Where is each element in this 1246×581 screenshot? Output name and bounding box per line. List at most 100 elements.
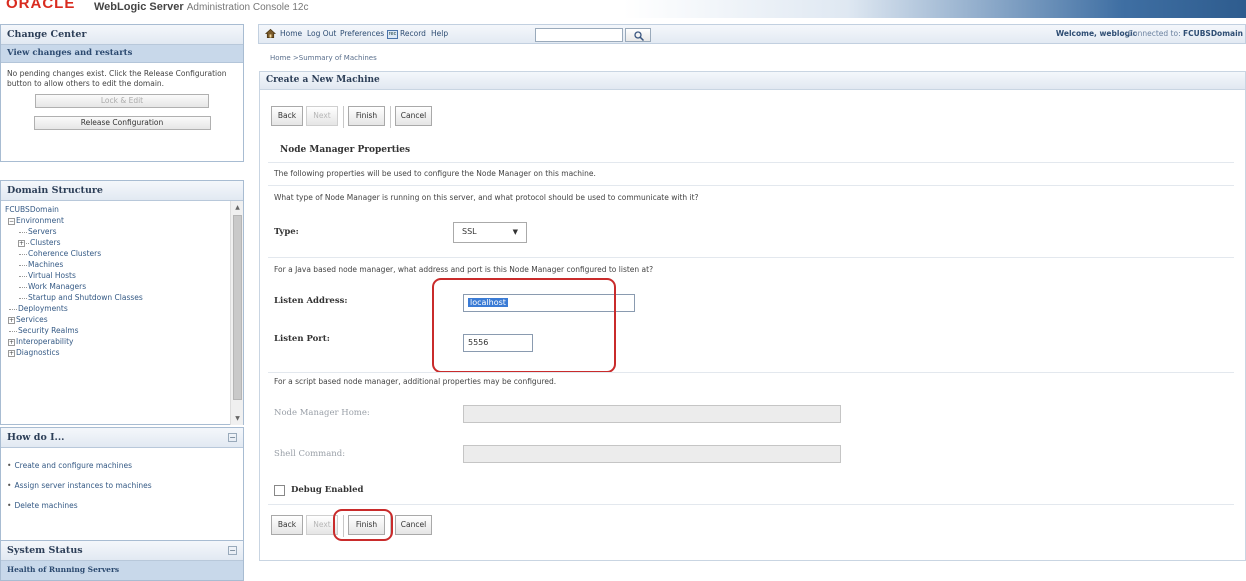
record-icon: rec <box>387 29 398 39</box>
java-question: For a Java based node manager, what addr… <box>274 265 654 274</box>
system-status-title: System Status − <box>1 541 243 561</box>
oracle-logo: ORACLE <box>6 0 76 12</box>
change-center-title: Change Center <box>1 25 243 45</box>
tree-item-virtual-hosts[interactable]: Virtual Hosts <box>28 271 76 280</box>
breadcrumb[interactable]: Home >Summary of Machines <box>270 54 377 62</box>
domain-name: FCUBSDomain <box>1183 29 1243 38</box>
app-header: ORACLE WebLogic Server Administration Co… <box>0 0 1246 18</box>
tree-item-coherence-clusters[interactable]: Coherence Clusters <box>28 249 101 258</box>
tree-item-root[interactable]: FCUBSDomain <box>5 204 227 215</box>
connected-label: Connected to: <box>1127 29 1181 38</box>
chevron-down-icon: ▼ <box>512 228 518 236</box>
create-machine-panel: Create a New Machine Back Next Finish Ca… <box>259 71 1246 561</box>
next-button[interactable]: Next <box>306 106 338 126</box>
back-button[interactable]: Back <box>271 106 303 126</box>
list-item[interactable]: • Create and configure machines <box>7 456 237 476</box>
product-name: WebLogic Server Administration Console 1… <box>94 1 308 13</box>
view-changes-link[interactable]: View changes and restarts <box>1 45 243 63</box>
shell-command-label: Shell Command: <box>274 449 346 459</box>
tree-item-diagnostics[interactable]: Diagnostics <box>16 348 60 357</box>
tree-item-services[interactable]: Services <box>16 315 48 324</box>
tree-item-servers[interactable]: Servers <box>28 227 57 236</box>
tree-item-deployments[interactable]: Deployments <box>18 304 68 313</box>
home-icon[interactable] <box>265 28 276 39</box>
search-button[interactable] <box>625 28 651 42</box>
domain-tree: FCUBSDomain − Environment Servers + Cluste… <box>1 201 243 425</box>
change-center-message: No pending changes exist. Click the Rele… <box>7 69 227 88</box>
listen-address-label: Listen Address: <box>274 296 348 306</box>
top-toolbar: Home Log Out Preferences rec Record Help … <box>258 24 1246 44</box>
change-center-panel: Change Center View changes and restarts … <box>0 24 244 162</box>
listen-port-label: Listen Port: <box>274 334 330 344</box>
scroll-thumb[interactable] <box>233 215 242 400</box>
how-do-i-panel: How do I... − • Create and configure machi… <box>0 427 244 545</box>
how-do-i-title: How do I... − <box>1 428 243 448</box>
nm-home-input[interactable] <box>463 405 841 423</box>
minimize-icon[interactable]: − <box>228 433 237 442</box>
page-title: Create a New Machine <box>260 72 1245 90</box>
expand-icon[interactable]: + <box>18 239 25 247</box>
nm-home-label: Node Manager Home: <box>274 408 370 418</box>
tree-item-security-realms[interactable]: Security Realms <box>18 326 79 335</box>
tree-item-interoperability[interactable]: Interoperability <box>16 337 73 346</box>
search-icon <box>634 31 645 42</box>
tree-item-clusters[interactable]: Clusters <box>30 238 61 247</box>
product-title: WebLogic Server <box>94 1 184 13</box>
type-question: What type of Node Manager is running on … <box>274 193 699 202</box>
how-do-i-heading: How do I... <box>7 432 65 443</box>
tree-item-machines[interactable]: Machines <box>28 260 63 269</box>
finish-highlight-box <box>333 509 393 541</box>
connected-to: Connected to: FCUBSDomain <box>1128 29 1243 38</box>
bullet-icon: • <box>7 501 12 510</box>
list-item[interactable]: • Assign server instances to machines <box>7 476 237 496</box>
intro-text: The following properties will be used to… <box>274 169 596 178</box>
domain-structure-panel: Domain Structure FCUBSDomain − Environmen… <box>0 180 244 425</box>
tree-item-work-managers[interactable]: Work Managers <box>28 282 86 291</box>
cancel-button[interactable]: Cancel <box>395 106 432 126</box>
script-note: For a script based node manager, additio… <box>274 377 557 386</box>
help-link[interactable]: Assign server instances to machines <box>14 481 151 490</box>
scroll-up-icon[interactable]: ▲ <box>233 203 242 212</box>
preferences-link[interactable]: Preferences <box>340 29 384 38</box>
finish-button[interactable]: Finish <box>348 106 385 126</box>
record-link[interactable]: rec Record <box>387 29 426 39</box>
section-title: Node Manager Properties <box>280 145 411 155</box>
type-select-value: SSL <box>462 227 477 236</box>
list-item[interactable]: • Delete machines <box>7 496 237 516</box>
system-status-panel: System Status − Health of Running Servers <box>0 540 244 581</box>
highlight-box <box>432 278 616 373</box>
help-link[interactable]: Create and configure machines <box>14 461 132 470</box>
shell-command-input[interactable] <box>463 445 841 463</box>
debug-enabled-label: Debug Enabled <box>291 485 364 495</box>
collapse-icon[interactable]: − <box>8 217 15 225</box>
scroll-down-icon[interactable]: ▼ <box>233 414 242 423</box>
domain-structure-title: Domain Structure <box>1 181 243 201</box>
expand-icon[interactable]: + <box>8 349 15 357</box>
bullet-icon: • <box>7 461 12 470</box>
cancel-button[interactable]: Cancel <box>395 515 432 535</box>
tree-scrollbar[interactable]: ▲ ▼ <box>230 201 243 425</box>
lock-edit-button[interactable]: Lock & Edit <box>35 94 209 108</box>
search-input[interactable] <box>535 28 623 42</box>
type-label: Type: <box>274 227 299 237</box>
welcome-text: Welcome, weblogic <box>1055 29 1137 38</box>
bullet-icon: • <box>7 481 12 490</box>
record-label: Record <box>400 29 426 38</box>
how-do-i-list: • Create and configure machines • Assign s… <box>1 448 243 524</box>
help-link[interactable]: Help <box>431 29 448 38</box>
tree-item-startup-shutdown[interactable]: Startup and Shutdown Classes <box>28 293 143 302</box>
tree-item-environment[interactable]: Environment <box>16 216 64 225</box>
home-link[interactable]: Home <box>280 29 302 38</box>
expand-icon[interactable]: + <box>8 338 15 346</box>
help-link[interactable]: Delete machines <box>14 501 77 510</box>
minimize-icon[interactable]: − <box>228 546 237 555</box>
logout-link[interactable]: Log Out <box>307 29 336 38</box>
health-of-servers: Health of Running Servers <box>1 561 243 580</box>
product-subtitle: Administration Console 12c <box>186 2 309 13</box>
debug-enabled-checkbox[interactable] <box>274 485 285 496</box>
release-configuration-button[interactable]: Release Configuration <box>33 116 211 130</box>
back-button[interactable]: Back <box>271 515 303 535</box>
left-sidebar: Change Center View changes and restarts … <box>0 24 244 581</box>
type-select[interactable]: SSL ▼ <box>453 222 527 243</box>
expand-icon[interactable]: + <box>8 316 15 324</box>
